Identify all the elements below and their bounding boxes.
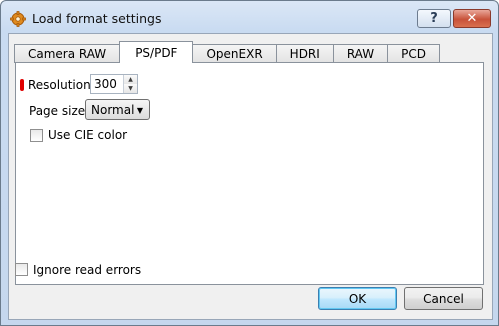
resolution-label: Resolution xyxy=(28,78,91,92)
cancel-label: Cancel xyxy=(423,291,464,306)
ok-label: OK xyxy=(348,291,367,306)
dialog-body: Camera RAW PS/PDF OpenEXR HDRI RAW PCD R… xyxy=(8,33,493,320)
cancel-button[interactable]: Cancel xyxy=(404,287,483,310)
required-marker xyxy=(20,79,24,91)
page-size-select[interactable]: Normal ▼ xyxy=(85,99,150,120)
chevron-down-icon: ▼ xyxy=(136,106,143,115)
help-button[interactable]: ? xyxy=(417,9,451,28)
close-button[interactable]: ✕ xyxy=(453,9,491,28)
ps-pdf-panel: Resolution 300 ▲ ▼ Page size Normal ▼ Us… xyxy=(15,62,484,285)
title-bar[interactable]: Load format settings ? ✕ xyxy=(1,1,498,33)
tab-raw[interactable]: RAW xyxy=(332,44,389,63)
tab-hdri[interactable]: HDRI xyxy=(275,44,334,63)
resolution-value[interactable]: 300 xyxy=(94,77,117,91)
spin-down-icon[interactable]: ▼ xyxy=(124,84,137,93)
settings-gear-icon xyxy=(10,11,26,27)
help-icon: ? xyxy=(430,11,438,26)
tab-camera-raw[interactable]: Camera RAW xyxy=(14,44,121,63)
close-icon: ✕ xyxy=(466,11,478,26)
ignore-errors-label[interactable]: Ignore read errors xyxy=(33,263,141,277)
dialog-window: Load format settings ? ✕ Camera RAW PS/P… xyxy=(0,0,499,326)
window-title: Load format settings xyxy=(32,11,162,26)
spinner-arrows: ▲ ▼ xyxy=(123,75,137,93)
cie-color-checkbox[interactable] xyxy=(30,129,43,142)
tab-ps-pdf[interactable]: PS/PDF xyxy=(119,41,194,63)
ignore-errors-checkbox[interactable] xyxy=(15,263,28,276)
resolution-spinner[interactable]: 300 ▲ ▼ xyxy=(90,74,138,94)
page-size-value: Normal xyxy=(91,103,135,117)
tab-openexr[interactable]: OpenEXR xyxy=(192,44,277,63)
page-size-label: Page size xyxy=(29,104,86,118)
ok-button[interactable]: OK xyxy=(318,287,397,310)
format-tabs: Camera RAW PS/PDF OpenEXR HDRI RAW PCD xyxy=(14,41,440,63)
cie-color-label[interactable]: Use CIE color xyxy=(48,128,127,142)
tab-pcd[interactable]: PCD xyxy=(387,44,440,63)
